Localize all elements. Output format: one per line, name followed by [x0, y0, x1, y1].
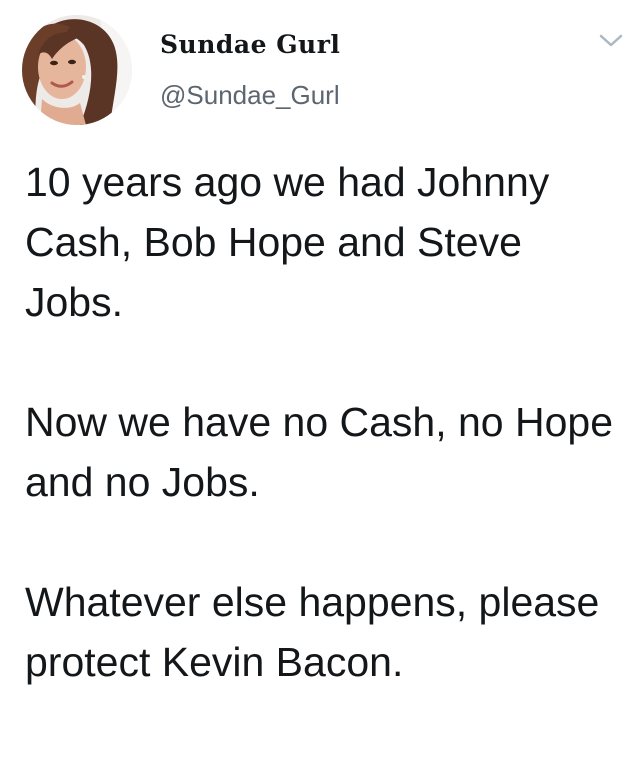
author-display-name[interactable]: Sundae Gurl: [160, 30, 340, 60]
chevron-down-icon: [599, 34, 623, 47]
tweet-menu-button[interactable]: [598, 32, 624, 50]
tweet-paragraph: Whatever else happens, please protect Ke…: [25, 579, 600, 685]
author-handle[interactable]: @Sundae_Gurl: [160, 80, 340, 110]
tweet-paragraph: 10 years ago we had Johnny Cash, Bob Hop…: [25, 159, 550, 325]
profile-photo-icon: [22, 15, 132, 125]
tweet-text: 10 years ago we had Johnny Cash, Bob Hop…: [25, 152, 625, 692]
tweet-card: Sundae Gurl @Sundae_Gurl 10 years ago we…: [0, 0, 640, 772]
avatar[interactable]: [22, 15, 132, 125]
tweet-paragraph: Now we have no Cash, no Hope and no Jobs…: [25, 399, 614, 505]
